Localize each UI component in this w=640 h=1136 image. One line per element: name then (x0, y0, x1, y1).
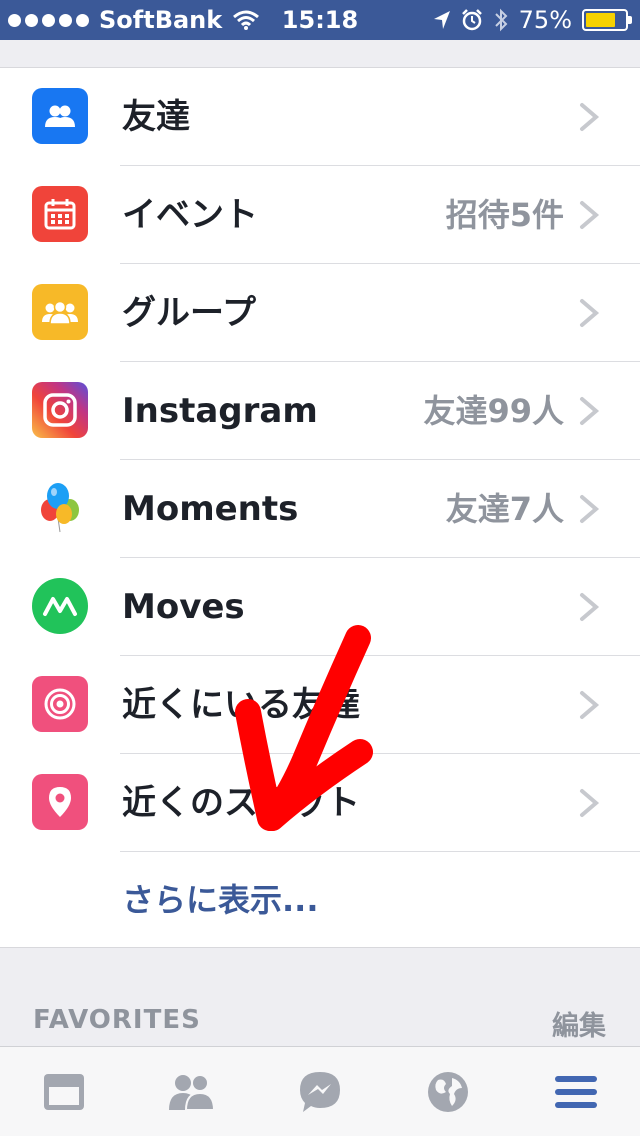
menu-item-label: グループ (122, 293, 256, 333)
chevron-right-icon (580, 495, 600, 523)
chevron-right-icon (580, 201, 600, 229)
alarm-clock-icon (461, 9, 482, 31)
menu-item-label: Moves (122, 587, 245, 627)
map-pin-icon (32, 774, 88, 830)
tab-messenger[interactable] (256, 1047, 384, 1136)
groups-icon (32, 284, 88, 340)
location-arrow-icon (433, 11, 450, 29)
chevron-right-icon (580, 593, 600, 621)
more-menu-icon (555, 1076, 597, 1108)
chevron-right-icon (580, 691, 600, 719)
menu-item-label: イベント (122, 195, 258, 235)
moves-icon (32, 578, 88, 634)
menu-item-groups[interactable]: グループ (0, 264, 640, 362)
menu-item-label: Moments (122, 489, 299, 529)
target-icon (32, 676, 88, 732)
menu-item-label: 近くのスポット (122, 783, 360, 823)
calendar-icon (32, 186, 88, 242)
instagram-icon (32, 382, 88, 438)
favorites-edit-button[interactable]: 編集 (552, 1004, 606, 1043)
menu-item-moves[interactable]: Moves (0, 558, 640, 656)
status-bar: SoftBank 15:18 75% (0, 0, 640, 40)
menu-item-label: 友達 (122, 97, 190, 137)
menu-item-badge: 招待5件 (445, 196, 564, 234)
status-right: 75% (433, 6, 632, 34)
favorites-section: FAVORITES 編集 (0, 949, 640, 1046)
tab-friend-requests[interactable] (128, 1047, 256, 1136)
menu-item-nearby-friends[interactable]: 近くにいる友達 (0, 656, 640, 754)
tab-bar (0, 1046, 640, 1136)
top-spacer (0, 40, 640, 68)
tab-more[interactable] (512, 1047, 640, 1136)
menu-item-label: 近くにいる友達 (122, 685, 360, 725)
menu-item-moments[interactable]: Moments 友達7人 (0, 460, 640, 558)
battery-icon (582, 9, 632, 31)
chevron-right-icon (580, 397, 600, 425)
chevron-right-icon (580, 299, 600, 327)
menu-item-nearby-places[interactable]: 近くのスポット (0, 754, 640, 852)
bluetooth-icon (494, 8, 508, 32)
messenger-icon (300, 1072, 340, 1112)
favorites-title: FAVORITES (33, 1005, 201, 1035)
menu-item-badge: 友達99人 (423, 392, 564, 430)
friend-requests-icon (169, 1074, 216, 1111)
tab-news-feed[interactable] (0, 1047, 128, 1136)
tab-notifications[interactable] (384, 1047, 512, 1136)
menu-item-events[interactable]: イベント 招待5件 (0, 166, 640, 264)
balloons-icon (32, 480, 88, 536)
battery-percent: 75% (518, 6, 572, 34)
friends-icon (32, 88, 88, 144)
chevron-right-icon (580, 789, 600, 817)
see-more-link[interactable]: さらに表示... (122, 852, 318, 948)
news-feed-icon (44, 1074, 84, 1110)
menu-list: 友達 イベント 招待5件 グループ Instagram 友達99人 Moment… (0, 68, 640, 948)
chevron-right-icon (580, 103, 600, 131)
menu-item-instagram[interactable]: Instagram 友達99人 (0, 362, 640, 460)
globe-notifications-icon (428, 1072, 468, 1112)
menu-item-label: Instagram (122, 391, 318, 431)
menu-item-badge: 友達7人 (445, 490, 564, 528)
menu-item-friends[interactable]: 友達 (0, 68, 640, 166)
